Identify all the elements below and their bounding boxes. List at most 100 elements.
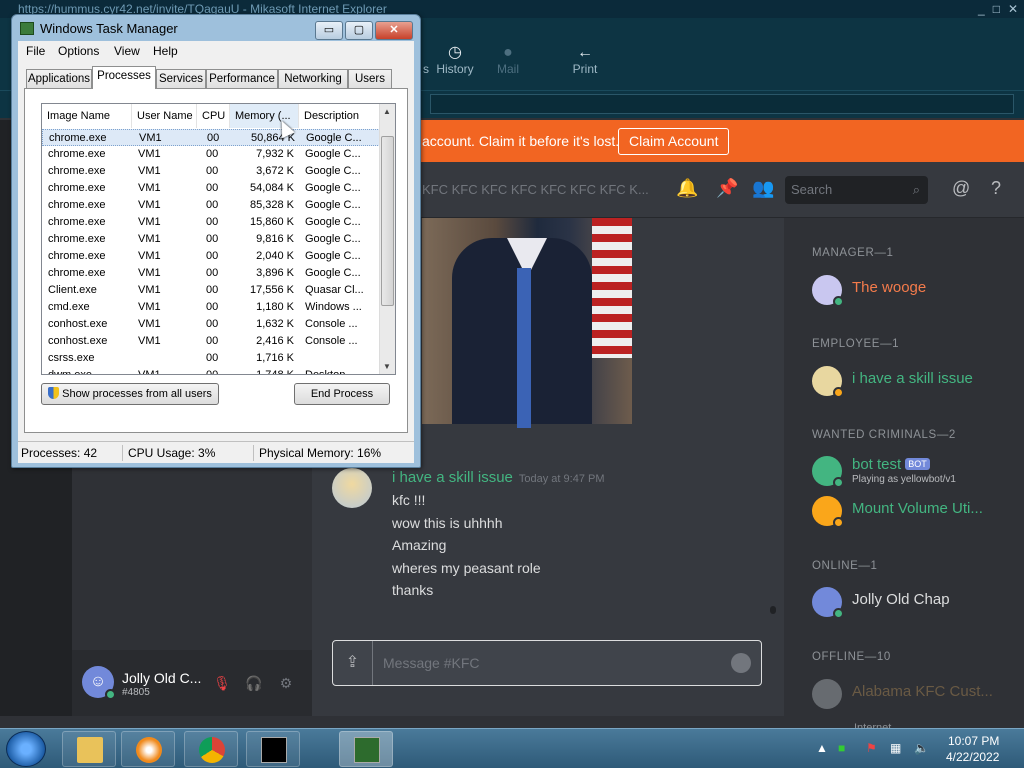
action-center-icon[interactable]: ⚑ xyxy=(866,741,877,755)
bell-icon[interactable]: 🔔 xyxy=(676,178,698,199)
emoji-icon[interactable] xyxy=(731,653,751,673)
pin-icon[interactable]: 📌 xyxy=(716,178,738,199)
table-row[interactable]: conhost.exe VM1 00 2,416 K Console ... xyxy=(42,333,380,350)
message-placeholder: Message #KFC xyxy=(383,655,480,671)
table-row[interactable]: chrome.exe VM1 00 85,328 K Google C... xyxy=(42,197,380,214)
clock-date[interactable]: 4/22/2022 xyxy=(946,750,999,764)
member-item[interactable]: The wooge xyxy=(812,273,1022,307)
media-player-taskbar-button[interactable] xyxy=(121,731,175,767)
volume-icon[interactable]: 🔈 xyxy=(914,741,929,755)
process-memory: 54,084 K xyxy=(249,182,294,194)
process-image-name: chrome.exe xyxy=(48,267,106,279)
mail-button[interactable]: ● Mail xyxy=(478,44,538,76)
ie-close-button[interactable]: ✕ xyxy=(1008,0,1018,18)
status-online-indicator xyxy=(833,608,844,619)
history-button[interactable]: ◷ History xyxy=(425,44,485,76)
table-row[interactable]: cmd.exe VM1 00 1,180 K Windows ... xyxy=(42,299,380,316)
scroll-down-arrow-icon[interactable]: ▼ xyxy=(383,362,391,371)
message-input[interactable]: ⇪ Message #KFC xyxy=(332,640,762,686)
cmd-taskbar-button[interactable] xyxy=(246,731,300,767)
table-row[interactable]: chrome.exe VM1 00 2,040 K Google C... xyxy=(42,248,380,265)
tab-networking[interactable]: Networking xyxy=(278,69,348,88)
vertical-scrollbar[interactable]: ▲ ▼ xyxy=(379,104,395,374)
column-description[interactable]: Description xyxy=(299,104,380,128)
chat-scrollbar[interactable] xyxy=(770,606,776,614)
menu-options[interactable]: Options xyxy=(58,44,99,58)
user-avatar[interactable]: ☺ xyxy=(82,666,116,700)
mute-mic-icon[interactable]: 🎙 xyxy=(208,668,236,698)
help-icon[interactable]: ? xyxy=(991,178,1001,199)
ie-minimize-button[interactable]: _ xyxy=(978,0,985,18)
tm-close-button[interactable]: ✕ xyxy=(375,21,413,40)
menu-view[interactable]: View xyxy=(114,44,140,58)
member-item[interactable]: bot test BOT Playing as yellowbot/v1 xyxy=(812,454,1022,488)
table-row[interactable]: Client.exe VM1 00 17,556 K Quasar Cl... xyxy=(42,282,380,299)
table-row[interactable]: chrome.exe VM1 00 3,672 K Google C... xyxy=(42,163,380,180)
member-item[interactable]: Mount Volume Uti... xyxy=(812,494,1022,528)
table-row[interactable]: dwm.exe VM1 00 1,748 K Desktop ... xyxy=(42,367,380,374)
process-description: Google C... xyxy=(305,233,361,245)
task-manager-window: Windows Task Manager ▭ ▢ ✕ File Options … xyxy=(11,14,421,468)
table-row[interactable]: chrome.exe VM1 00 7,932 K Google C... xyxy=(42,146,380,163)
process-user-name: VM1 xyxy=(139,132,162,144)
explorer-taskbar-button[interactable] xyxy=(62,731,116,767)
task-manager-taskbar-button[interactable] xyxy=(339,731,393,767)
clock-time[interactable]: 10:07 PM xyxy=(948,734,999,748)
message-author[interactable]: i have a skill issue Today at 9:47 PM xyxy=(392,469,605,486)
tray-app-icon[interactable]: ■ xyxy=(838,741,845,755)
process-memory: 1,632 K xyxy=(256,318,294,330)
menu-help[interactable]: Help xyxy=(153,44,178,58)
start-button[interactable] xyxy=(6,731,46,767)
process-image-name: chrome.exe xyxy=(48,216,106,228)
print-button[interactable]: ← Print xyxy=(555,44,615,76)
tab-processes[interactable]: Processes xyxy=(92,66,156,89)
deafen-icon[interactable]: 🎧 xyxy=(240,668,268,698)
tab-users[interactable]: Users xyxy=(348,69,392,88)
column-image-name[interactable]: Image Name xyxy=(42,104,132,128)
tab-performance[interactable]: Performance xyxy=(206,69,278,88)
table-row[interactable]: chrome.exe VM1 00 3,896 K Google C... xyxy=(42,265,380,282)
member-item[interactable]: Jolly Old Chap xyxy=(812,585,1022,619)
claim-account-button[interactable]: Claim Account xyxy=(618,128,730,155)
table-row[interactable]: csrss.exe 00 1,716 K xyxy=(42,350,380,367)
table-row[interactable]: chrome.exe VM1 00 9,816 K Google C... xyxy=(42,231,380,248)
table-row[interactable]: chrome.exe VM1 00 54,084 K Google C... xyxy=(42,180,380,197)
column-cpu[interactable]: CPU xyxy=(197,104,230,128)
network-icon[interactable]: ▦ xyxy=(890,741,901,755)
tm-maximize-button[interactable]: ▢ xyxy=(345,21,373,40)
table-row[interactable]: chrome.exe VM1 00 15,860 K Google C... xyxy=(42,214,380,231)
show-all-processes-button[interactable]: Show processes from all users xyxy=(41,383,219,405)
history-icon: ◷ xyxy=(448,44,462,61)
chrome-taskbar-button[interactable] xyxy=(184,731,238,767)
members-icon[interactable]: 👥 xyxy=(752,178,774,199)
member-item[interactable]: Alabama KFC Cust... xyxy=(812,677,1022,711)
show-hidden-icons-icon[interactable]: ▲ xyxy=(816,741,828,755)
tab-applications[interactable]: Applications xyxy=(26,69,92,88)
address-field[interactable] xyxy=(430,94,1014,114)
table-row[interactable]: conhost.exe VM1 00 1,632 K Console ... xyxy=(42,316,380,333)
scroll-up-arrow-icon[interactable]: ▲ xyxy=(383,107,391,116)
process-user-name: VM1 xyxy=(138,335,161,347)
settings-gear-icon[interactable]: ⚙ xyxy=(272,668,300,698)
tab-services[interactable]: Services xyxy=(156,69,206,88)
table-row[interactable]: chrome.exe VM1 00 50,864 K Google C... xyxy=(42,129,380,146)
end-process-button[interactable]: End Process xyxy=(294,383,390,405)
status-idle-indicator xyxy=(833,517,844,528)
search-input[interactable]: Search ⌕ xyxy=(785,176,928,204)
menu-file[interactable]: File xyxy=(26,44,45,58)
tm-minimize-button[interactable]: ▭ xyxy=(315,21,343,40)
member-item[interactable]: i have a skill issue xyxy=(812,364,1022,398)
mention-icon[interactable]: @ xyxy=(952,178,970,199)
embedded-image[interactable] xyxy=(422,218,632,428)
column-user-name[interactable]: User Name xyxy=(132,104,197,128)
member-avatar xyxy=(812,275,844,307)
user-name: Jolly Old C... xyxy=(122,670,202,686)
process-user-name: VM1 xyxy=(138,267,161,279)
user-panel: ☺ Jolly Old C... #4805 🎙 🎧 ⚙ xyxy=(72,650,312,716)
process-image-name: chrome.exe xyxy=(48,148,106,160)
scrollbar-thumb[interactable] xyxy=(381,136,394,306)
message-avatar[interactable] xyxy=(332,468,372,508)
upload-icon[interactable]: ⇪ xyxy=(333,641,373,685)
ie-window-buttons: _ □ ✕ xyxy=(978,0,1018,18)
ie-maximize-button[interactable]: □ xyxy=(993,0,1000,18)
